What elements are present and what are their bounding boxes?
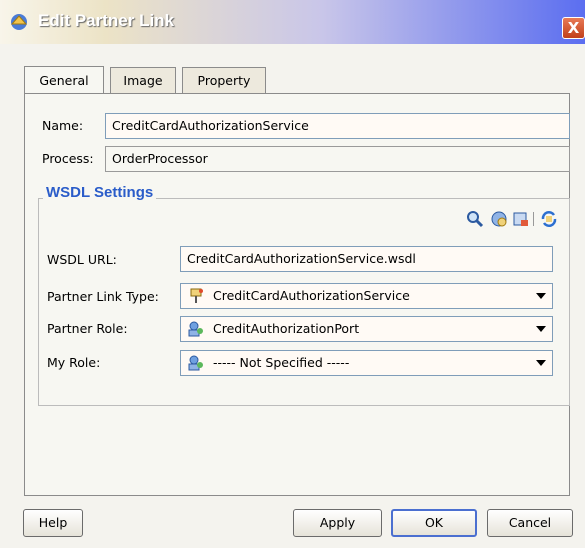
partner-link-type-value: CreditCardAuthorizationService: [213, 288, 410, 303]
toolbar-separator: [533, 212, 534, 226]
chevron-down-icon: [536, 293, 546, 299]
my-role-label: My Role:: [47, 355, 101, 370]
help-button[interactable]: Help: [23, 509, 83, 537]
partner-link-type-icon: [190, 288, 203, 303]
partner-link-icon: [10, 14, 28, 30]
tab-general[interactable]: General: [24, 66, 104, 95]
ok-button[interactable]: OK: [391, 509, 477, 537]
window-title: Edit Partner Link: [38, 11, 175, 30]
cancel-button[interactable]: Cancel: [487, 509, 573, 537]
role-icon: [188, 355, 203, 371]
wsdl-settings-title: WSDL Settings: [43, 184, 157, 201]
name-input[interactable]: CreditCardAuthorizationService: [105, 113, 570, 139]
partner-link-type-label: Partner Link Type:: [47, 289, 159, 304]
wsdl-url-input[interactable]: CreditCardAuthorizationService.wsdl: [180, 246, 553, 272]
title-bar[interactable]: Edit Partner Link X: [0, 0, 585, 44]
process-label: Process:: [42, 151, 94, 166]
partner-role-select[interactable]: CreditAuthorizationPort: [180, 316, 553, 342]
partner-role-label: Partner Role:: [47, 321, 128, 336]
chevron-down-icon: [536, 326, 546, 332]
close-button[interactable]: X: [562, 17, 585, 39]
refresh-icon[interactable]: [540, 210, 558, 228]
apply-button[interactable]: Apply: [293, 509, 382, 537]
chevron-down-icon: [536, 360, 546, 366]
role-icon: [188, 321, 203, 337]
browse-services-icon[interactable]: [490, 210, 508, 228]
search-icon[interactable]: [466, 210, 484, 228]
name-label: Name:: [42, 118, 84, 133]
edit-partner-link-dialog: Edit Partner Link X General Image Proper…: [0, 0, 585, 548]
partner-role-value: CreditAuthorizationPort: [213, 321, 360, 336]
my-role-select[interactable]: ----- Not Specified -----: [180, 350, 553, 376]
process-field: OrderProcessor: [105, 146, 570, 172]
tab-property[interactable]: Property: [182, 67, 266, 94]
service-explorer-icon[interactable]: [512, 210, 530, 228]
partner-link-type-select[interactable]: CreditCardAuthorizationService: [180, 283, 553, 309]
wsdl-url-label: WSDL URL:: [47, 252, 117, 267]
tab-image[interactable]: Image: [110, 67, 176, 94]
my-role-value: ----- Not Specified -----: [213, 355, 350, 370]
